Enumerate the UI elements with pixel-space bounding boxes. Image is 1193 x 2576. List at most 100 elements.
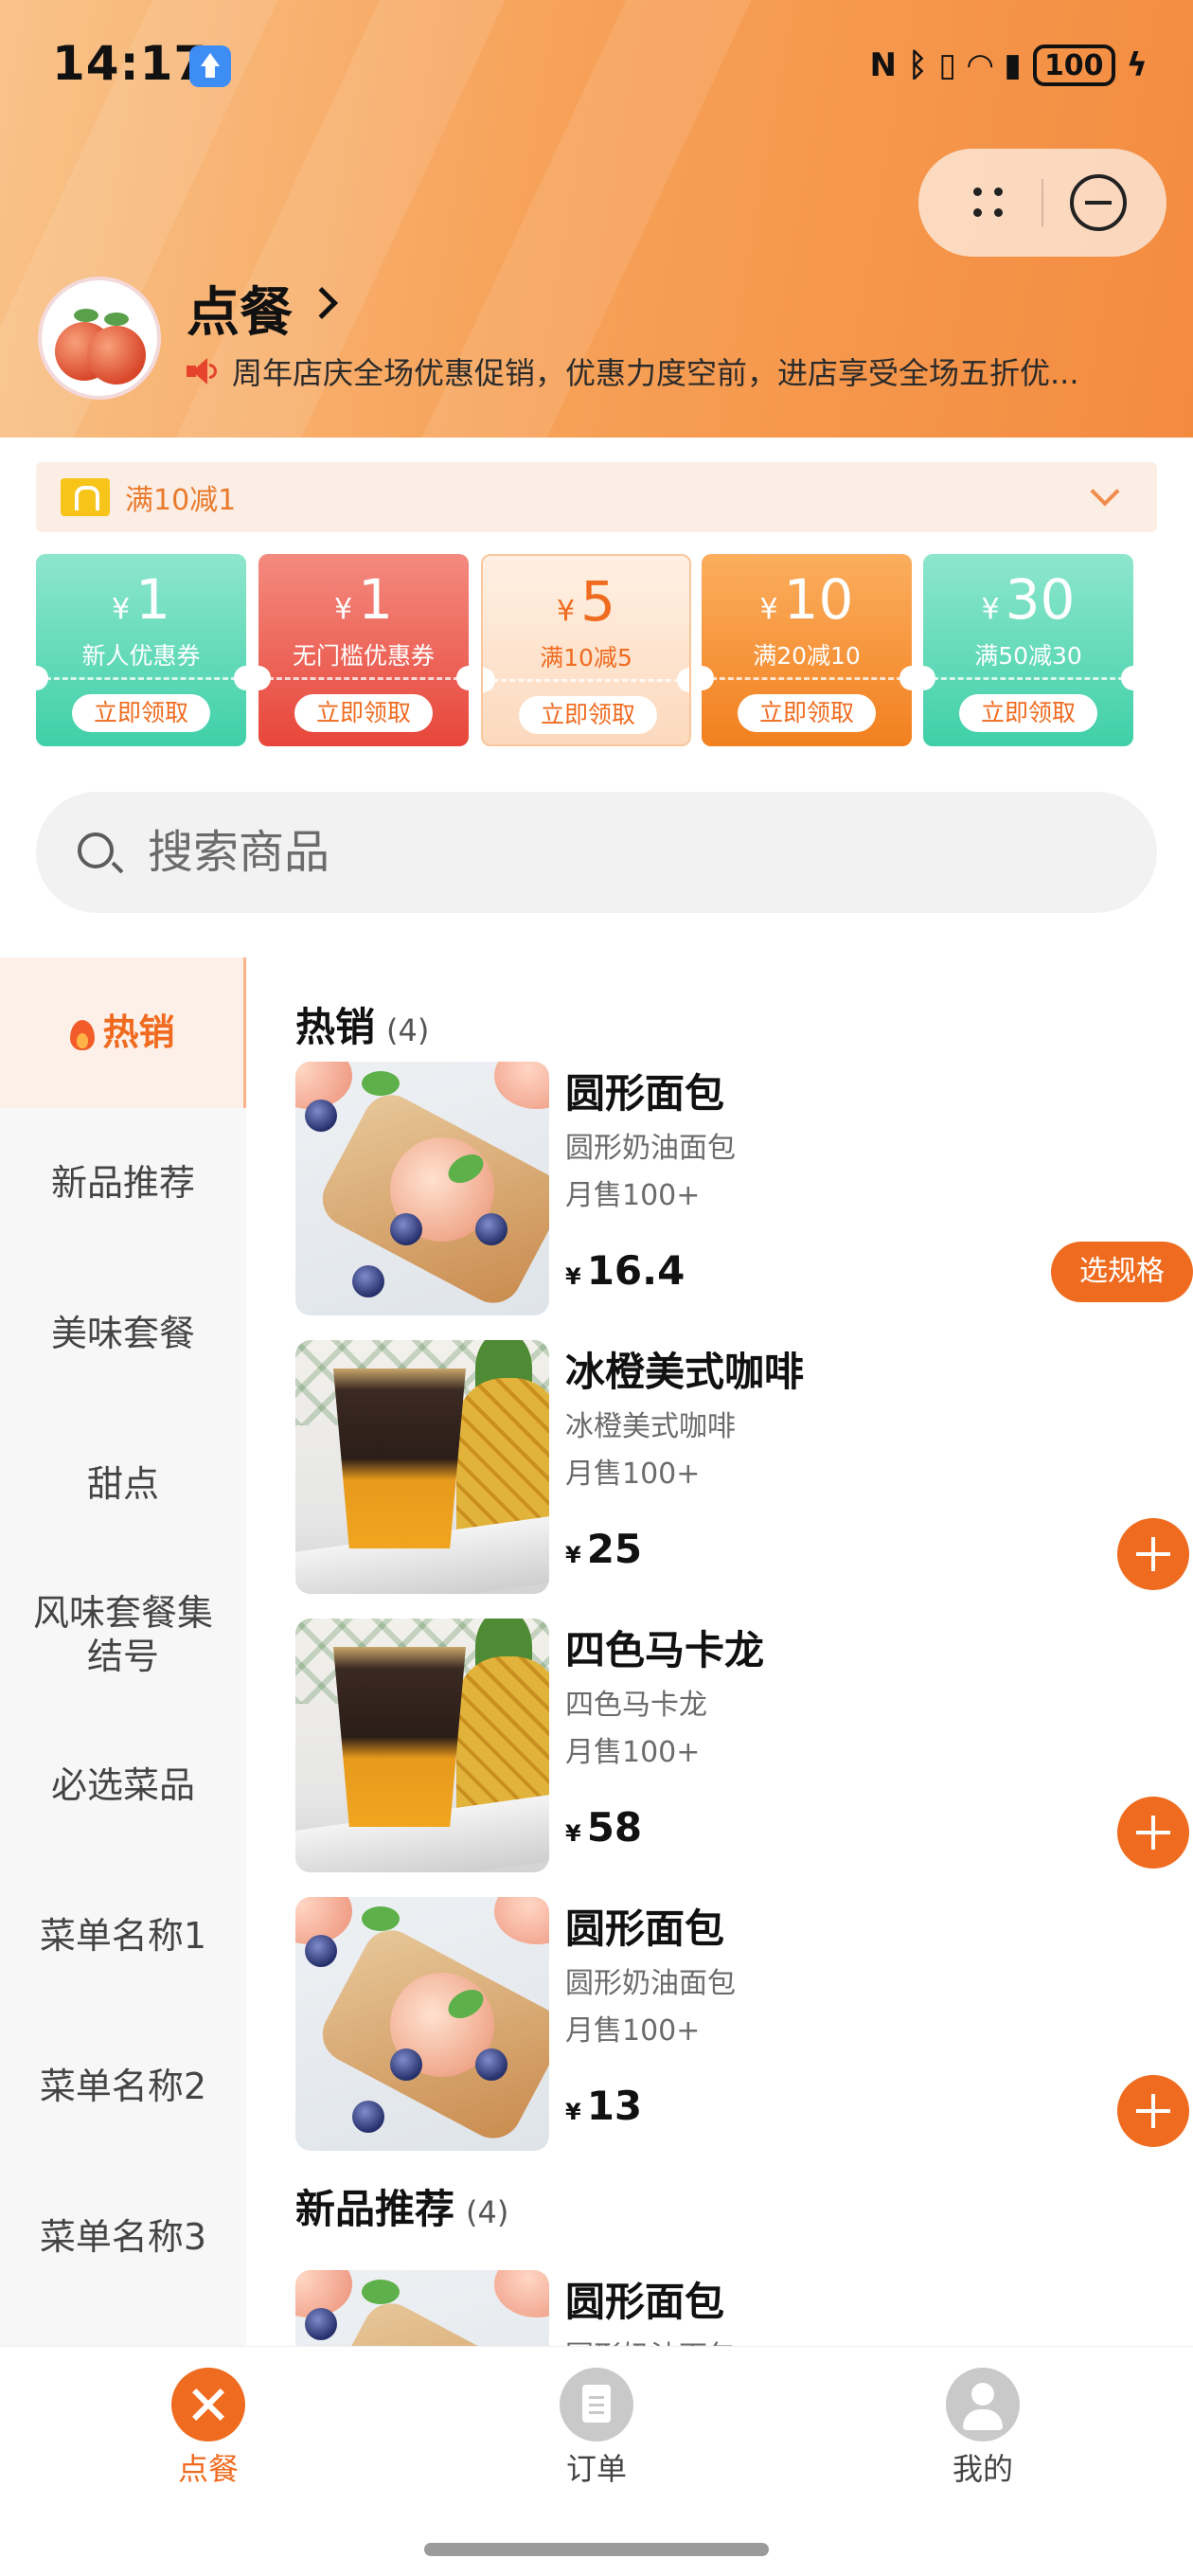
- coupon-notch: [677, 668, 689, 692]
- coupon-card[interactable]: ¥1 新人优惠券 立即领取: [36, 554, 246, 746]
- coupon-card[interactable]: ¥1 无门槛优惠券 立即领取: [258, 554, 469, 746]
- price-value: 13: [586, 2083, 643, 2129]
- add-to-cart-icon[interactable]: [1117, 1797, 1189, 1869]
- fire-icon: [68, 1014, 97, 1052]
- sidebar-category-label: 菜单名称2: [39, 2065, 207, 2107]
- coupon-card[interactable]: ¥5 满10减5 立即领取: [481, 554, 691, 746]
- promotion-text: 满10减1: [125, 484, 237, 517]
- close-mini-program-icon[interactable]: [1070, 174, 1127, 231]
- product-image[interactable]: [295, 1062, 549, 1315]
- coupon-amount: ¥30: [923, 567, 1133, 632]
- status-bar: 14:17 N ᛒ ▯ ◠ ▮ 100 ϟ: [0, 0, 1193, 133]
- nav-mine[interactable]: 我的: [917, 2368, 1049, 2489]
- product-image[interactable]: [295, 1340, 549, 1594]
- coupon-value: 5: [580, 569, 615, 634]
- sidebar-category[interactable]: 风味套餐集结号: [0, 1560, 246, 1710]
- capsule-divider: [1042, 179, 1043, 226]
- currency-symbol: ¥: [557, 595, 576, 628]
- currency-symbol: ¥: [565, 2099, 581, 2125]
- sidebar-category[interactable]: 美味套餐: [0, 1259, 246, 1409]
- store-logo: [38, 277, 161, 400]
- coupon-description: 新人优惠券: [81, 642, 201, 670]
- section-title: 新品推荐 (4): [295, 2177, 508, 2235]
- product-description: 冰橙美式咖啡: [565, 1410, 736, 1443]
- claim-coupon-button[interactable]: 立即领取: [294, 694, 433, 732]
- product-description: 圆形奶油面包: [565, 1132, 736, 1165]
- clipboard-icon: [560, 2368, 633, 2442]
- notice-text: 周年店庆全场优惠促销，优惠力度空前，进店享受全场五折优...: [232, 355, 1079, 391]
- nav-label: 我的: [952, 2451, 1013, 2487]
- price-value: 25: [586, 1526, 643, 1572]
- sidebar-category[interactable]: 菜单名称1: [0, 1861, 246, 2012]
- nfc-icon: N: [869, 46, 897, 84]
- speaker-icon: [185, 354, 219, 388]
- coupon-notch: [456, 666, 469, 690]
- nav-order[interactable]: 点餐: [142, 2368, 275, 2489]
- product-description: 圆形奶油面包: [565, 2333, 736, 2346]
- sim-icon: ▮: [1004, 46, 1022, 84]
- section-count: (4): [466, 2194, 509, 2230]
- mini-program-capsule: [918, 149, 1166, 257]
- product-image[interactable]: [295, 2270, 549, 2346]
- home-indicator[interactable]: [424, 2543, 769, 2556]
- store-notice[interactable]: 周年店庆全场优惠促销，优惠力度空前，进店享受全场五折优...: [185, 350, 1131, 392]
- search-bar[interactable]: [36, 792, 1157, 913]
- product-image[interactable]: [295, 1619, 549, 1872]
- section-title: 热销 (4): [295, 995, 429, 1053]
- coupon-divider: [268, 677, 459, 680]
- claim-coupon-button[interactable]: 立即领取: [738, 694, 876, 732]
- add-to-cart-icon[interactable]: [1117, 2075, 1189, 2147]
- product-sales: 月售100+: [565, 1736, 701, 1769]
- claim-coupon-button[interactable]: 立即领取: [959, 694, 1097, 732]
- sidebar-category[interactable]: 新品推荐: [0, 1108, 246, 1259]
- product-description: 四色马卡龙: [565, 1689, 707, 1722]
- coupon-notch: [1121, 666, 1133, 690]
- currency-symbol: ¥: [112, 593, 131, 626]
- coupon-amount: ¥1: [258, 567, 469, 632]
- chevron-down-icon[interactable]: [1090, 476, 1120, 507]
- search-input[interactable]: [148, 820, 1095, 885]
- sidebar-category-label: 新品推荐: [50, 1161, 195, 1204]
- charging-icon: ϟ: [1126, 46, 1148, 84]
- product-sales: 月售100+: [565, 2014, 701, 2048]
- sidebar-category-label: 美味套餐: [50, 1312, 195, 1354]
- product-card[interactable]: 圆形面包圆形奶油面包 月售100+ ¥16.4 选规格: [295, 1062, 1193, 1315]
- product-name: 圆形面包: [565, 1070, 725, 1117]
- sidebar-category-label: 菜单名称1: [39, 1914, 207, 1957]
- product-price: ¥16.4: [565, 1247, 685, 1294]
- select-spec-button[interactable]: 选规格: [1051, 1242, 1193, 1302]
- add-to-cart-icon[interactable]: [1117, 1518, 1189, 1590]
- sidebar-category[interactable]: 甜点: [0, 1409, 246, 1560]
- coupon-amount: ¥5: [483, 569, 689, 634]
- sidebar-category-label: 甜点: [86, 1462, 159, 1505]
- sidebar-category[interactable]: 菜单名称3: [0, 2162, 246, 2313]
- nav-orders[interactable]: 订单: [530, 2368, 663, 2489]
- product-card[interactable]: 四色马卡龙 四色马卡龙 月售100+ ¥58: [295, 1619, 1189, 1872]
- product-description: 圆形奶油面包: [565, 1967, 736, 2000]
- product-card[interactable]: 圆形面包 圆形奶油面包 月售100+ ¥13: [295, 1897, 1189, 2151]
- promotion-bar[interactable]: 满10减1: [36, 462, 1157, 532]
- claim-coupon-button[interactable]: 立即领取: [72, 694, 210, 732]
- product-sales: 月售100+: [565, 1458, 701, 1491]
- product-card[interactable]: 圆形面包圆形奶油面包: [295, 2270, 1185, 2346]
- product-card[interactable]: 冰橙美式咖啡 冰橙美式咖啡 月售100+ ¥25: [295, 1340, 1189, 1594]
- coupon-card[interactable]: ¥10 满20减10 立即领取: [702, 554, 912, 746]
- utensils-icon: [171, 2368, 245, 2442]
- claim-coupon-button[interactable]: 立即领取: [519, 696, 657, 734]
- section-title-text: 新品推荐: [295, 2186, 455, 2232]
- status-time: 14:17: [52, 36, 208, 91]
- coupon-card[interactable]: ¥30 满50减30 立即领取: [923, 554, 1133, 746]
- sidebar-category[interactable]: 热销: [0, 957, 246, 1108]
- sidebar-category[interactable]: 必选菜品: [0, 1710, 246, 1861]
- product-sales: 月售100+: [565, 1179, 701, 1212]
- currency-symbol: ¥: [565, 1263, 581, 1290]
- coupon-notch: [234, 666, 246, 690]
- sidebar-category-label: 菜单名称3: [39, 2215, 207, 2258]
- store-name[interactable]: 点餐: [187, 270, 293, 347]
- more-icon[interactable]: [968, 182, 1009, 224]
- currency-symbol: ¥: [981, 593, 1000, 626]
- sidebar-category[interactable]: 菜单名称2: [0, 2012, 246, 2162]
- product-image[interactable]: [295, 1897, 549, 2151]
- battery-level: 100: [1043, 48, 1104, 82]
- coupon-notch: [899, 666, 912, 690]
